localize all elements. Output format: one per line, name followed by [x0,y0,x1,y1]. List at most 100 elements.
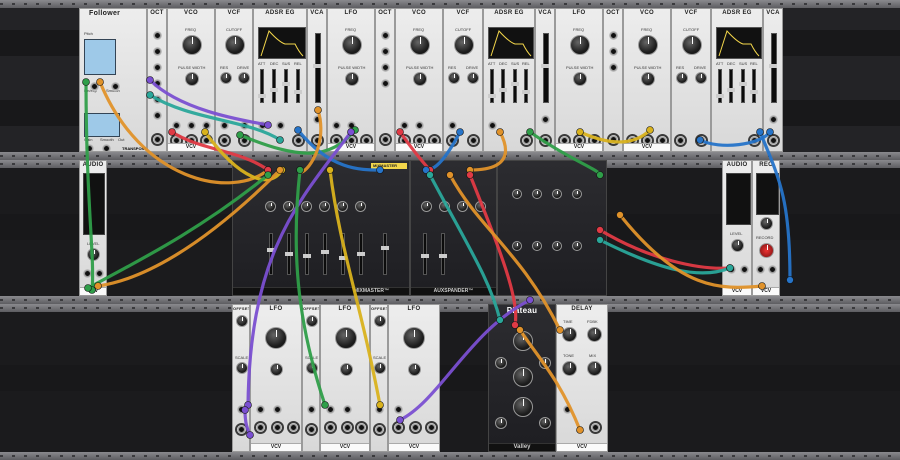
vca-level-fader[interactable] [313,33,321,103]
lfo-saw-out-jack[interactable] [427,423,436,432]
att-fader[interactable] [258,69,266,103]
lfo-sin-out-jack[interactable] [326,423,335,432]
sus-fader[interactable] [511,69,519,103]
oct-jack[interactable] [153,31,162,40]
vca-level-fader[interactable] [769,33,777,103]
lfo-fm-jack[interactable] [256,405,265,414]
pw-knob[interactable] [641,72,655,86]
pw-knob[interactable] [270,363,283,376]
oct-jack[interactable] [381,63,390,72]
smooth-jack[interactable] [102,144,111,151]
dry-knob[interactable] [513,331,533,351]
lfo-reset-jack[interactable] [347,121,356,130]
oct-jack[interactable] [153,95,162,104]
tone-knob[interactable] [562,361,577,376]
lfo-fm-jack[interactable] [332,121,341,130]
oct-jack[interactable] [381,31,390,40]
vca-out-jack[interactable] [769,136,778,145]
res-knob[interactable] [448,72,460,84]
aux-knob[interactable] [552,241,562,251]
cutoff-knob[interactable] [682,35,702,55]
rec-in-r-jack[interactable] [768,265,777,274]
channel-fader[interactable] [285,233,293,275]
gain-jack[interactable] [85,144,94,151]
aux-knob[interactable] [572,241,582,251]
aux-knob[interactable] [457,201,468,212]
vca-in-jack[interactable] [769,115,778,124]
pan-knob[interactable] [355,201,366,212]
aux-knob[interactable] [512,189,522,199]
time-knob[interactable] [562,327,577,342]
pan-knob[interactable] [337,201,348,212]
att-fader[interactable] [488,69,496,103]
mix-knob[interactable] [587,361,602,376]
drive-knob[interactable] [695,72,707,84]
rec-level-knob[interactable] [760,217,773,230]
pm-jack[interactable] [187,121,196,130]
level-knob[interactable] [731,239,744,252]
sus-fader[interactable] [739,69,747,103]
offset-out-jack[interactable] [375,425,384,434]
record-button[interactable] [759,243,774,258]
size-knob[interactable] [513,367,533,387]
rec-in-l-jack[interactable] [756,265,765,274]
cable-plug[interactable] [786,276,794,284]
lfo-saw-out-jack[interactable] [289,423,298,432]
aux-knob[interactable] [532,241,542,251]
offset-in-jack[interactable] [375,405,384,414]
oct-jack[interactable] [153,47,162,56]
audio-device-display[interactable] [83,173,105,235]
offset-knob[interactable] [236,315,248,327]
aux-knob[interactable] [532,189,542,199]
scale-knob[interactable] [306,362,318,374]
offset-knob[interactable] [374,315,386,327]
scale-knob[interactable] [236,362,248,374]
feedback-knob[interactable] [587,327,602,342]
pw-knob[interactable] [340,363,353,376]
oct-jack[interactable] [153,63,162,72]
offset-in-jack[interactable] [307,405,316,414]
rel-fader[interactable] [522,69,530,103]
lpf-out-jack[interactable] [220,136,229,145]
rel-fader[interactable] [750,69,758,103]
aux-fader[interactable] [439,233,447,275]
pan-knob[interactable] [265,201,276,212]
lfo-fm-jack[interactable] [326,405,335,414]
att-fader[interactable] [716,69,724,103]
aux-knob[interactable] [439,201,450,212]
vcf-in-jack[interactable] [220,121,229,130]
offset-knob[interactable] [306,315,318,327]
vca-out-jack[interactable] [541,136,550,145]
lfo-sin-out-jack[interactable] [256,423,265,432]
oct-jack[interactable] [381,47,390,56]
channel-fader[interactable] [339,233,347,275]
aux-fader[interactable] [421,233,429,275]
vca-out-jack[interactable] [313,136,322,145]
lfo-sin-out-jack[interactable] [394,423,403,432]
audio-in-r-jack[interactable] [740,265,749,274]
aux-knob[interactable] [421,201,432,212]
vca-level-fader[interactable] [541,33,549,103]
audio-in-r-jack[interactable] [95,269,104,278]
channel-fader[interactable] [303,233,311,275]
channel-fader[interactable] [357,233,365,275]
lfo-reset-jack[interactable] [343,405,352,414]
level-knob[interactable] [87,248,100,261]
lfo-tri-out-jack[interactable] [273,423,282,432]
dec-fader[interactable] [499,69,507,103]
freq-knob[interactable] [335,327,357,349]
sus-fader[interactable] [282,69,290,103]
aux-knob[interactable] [572,189,582,199]
offset-out-jack[interactable] [307,425,316,434]
predelay-knob[interactable] [495,357,507,369]
offset-in-jack[interactable] [237,405,246,414]
audio-in-l-jack[interactable] [727,265,736,274]
oct-out-jack[interactable] [153,135,162,144]
audio-in-l-jack[interactable] [83,269,92,278]
oct-jack[interactable] [153,79,162,88]
vcf-cv-jack[interactable] [240,121,249,130]
channel-fader[interactable] [321,233,329,275]
oct-jack[interactable] [381,79,390,88]
pw-knob[interactable] [345,72,359,86]
mod-speed-knob[interactable] [495,417,507,429]
